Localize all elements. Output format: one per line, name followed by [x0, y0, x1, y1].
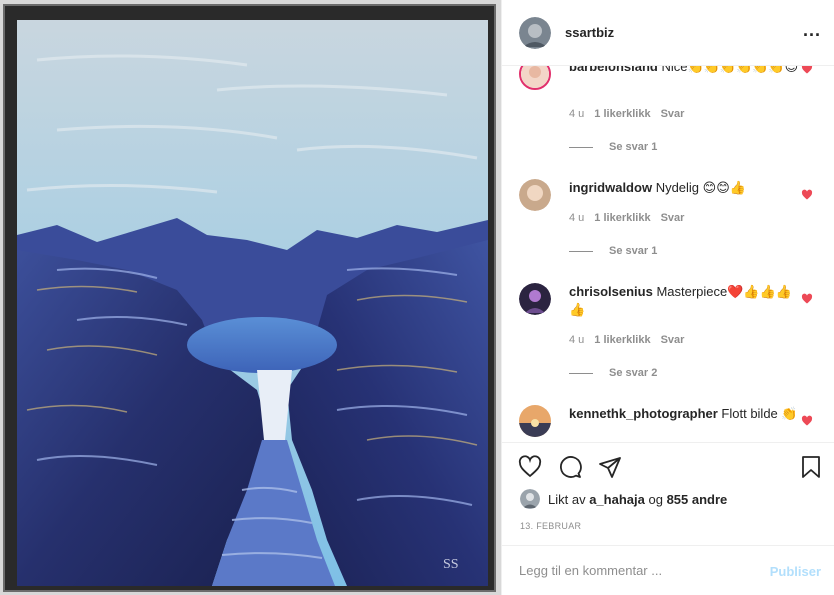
comment-username[interactable]: ingridwaldow [569, 180, 652, 195]
comment-username[interactable]: barbelonsland [569, 66, 658, 74]
comment-time: 4 u [569, 108, 585, 120]
reply-button[interactable]: Svar [661, 212, 685, 224]
replies-divider [569, 146, 593, 148]
like-heart-icon[interactable] [801, 189, 813, 201]
comment-body: Nydelig 😊😊👍 [655, 180, 746, 195]
signature: SS [443, 557, 459, 572]
commenter-avatar[interactable] [519, 66, 551, 90]
like-heart-icon[interactable] [801, 415, 813, 427]
likes-summary[interactable]: Likt av a_hahaja og 855 andre [520, 489, 727, 509]
publish-button[interactable]: Publiser [770, 564, 821, 579]
comment-username[interactable]: chrisolsenius [569, 284, 653, 299]
commenter-avatar[interactable] [519, 283, 551, 315]
liker-avatar [520, 489, 540, 509]
comment-meta: 4 u 1 likerklikk Svar [569, 212, 684, 224]
painting-image: SS [17, 20, 488, 586]
comments-list[interactable]: barbelonsland Nice👏👏👏👏👏👏😊 4 u 1 likerkli… [502, 66, 834, 442]
comment-likes[interactable]: 1 likerklikk [594, 212, 650, 224]
bookmark-icon[interactable] [799, 455, 823, 479]
view-replies[interactable]: Se svar 2 [569, 367, 657, 379]
like-heart-icon[interactable] [801, 293, 813, 305]
likes-prefix: Likt av [548, 491, 586, 507]
post-date: 13. FEBRUAR [520, 521, 582, 531]
view-replies[interactable]: Se svar 1 [569, 141, 657, 153]
post-header: ssartbiz ... [502, 0, 834, 66]
commenter-avatar[interactable] [519, 405, 551, 437]
commenter-avatar[interactable] [519, 179, 551, 211]
more-icon[interactable]: ... [803, 21, 821, 39]
post-media[interactable]: SS [0, 0, 501, 595]
view-replies-label: Se svar 2 [609, 367, 658, 379]
likes-and: og [648, 491, 663, 507]
painting: SS [17, 20, 488, 586]
heart-outline-icon[interactable] [518, 455, 542, 479]
like-heart-icon[interactable] [801, 66, 813, 75]
reply-button[interactable]: Svar [661, 334, 685, 346]
replies-divider [569, 250, 593, 252]
comment-input[interactable] [519, 563, 749, 578]
comment-likes[interactable]: 1 likerklikk [594, 334, 650, 346]
comment-text: kennethk_photographer Flott bilde 👏 [569, 405, 799, 423]
comment-body: Flott bilde 👏 [721, 406, 798, 421]
view-replies-label: Se svar 1 [609, 141, 658, 153]
liker-username[interactable]: a_hahaja [589, 492, 645, 507]
comment-time: 4 u [569, 212, 585, 224]
author-username[interactable]: ssartbiz [565, 25, 614, 40]
comment-text: ingridwaldow Nydelig 😊😊👍 [569, 179, 799, 197]
replies-divider [569, 372, 593, 374]
comment-body: Nice👏👏👏👏👏👏😊 [661, 66, 799, 74]
comment-text: barbelonsland Nice👏👏👏👏👏👏😊 [569, 66, 799, 76]
comment-meta: 4 u 1 likerklikk Svar [569, 108, 684, 120]
share-icon[interactable] [598, 455, 622, 479]
comment-likes[interactable]: 1 likerklikk [594, 108, 650, 120]
author-avatar[interactable] [519, 16, 551, 49]
add-comment-bar: Publiser [502, 545, 834, 595]
view-replies[interactable]: Se svar 1 [569, 245, 657, 257]
comment-time: 4 u [569, 334, 585, 346]
comment-text: chrisolsenius Masterpiece❤️👍👍👍👍 [569, 283, 799, 319]
post-actions: Likt av a_hahaja og 855 andre 13. FEBRUA… [502, 442, 834, 545]
post-panel: ssartbiz ... barbelonsland Nice👏👏👏👏👏👏😊 4… [501, 0, 834, 595]
comment-username[interactable]: kennethk_photographer [569, 406, 718, 421]
comment-meta: 4 u 1 likerklikk Svar [569, 334, 684, 346]
likes-count[interactable]: 855 andre [667, 492, 728, 507]
reply-button[interactable]: Svar [661, 108, 685, 120]
view-replies-label: Se svar 1 [609, 245, 658, 257]
comment-icon[interactable] [558, 455, 582, 479]
action-icons [518, 455, 823, 481]
picture-frame: SS [3, 4, 496, 592]
